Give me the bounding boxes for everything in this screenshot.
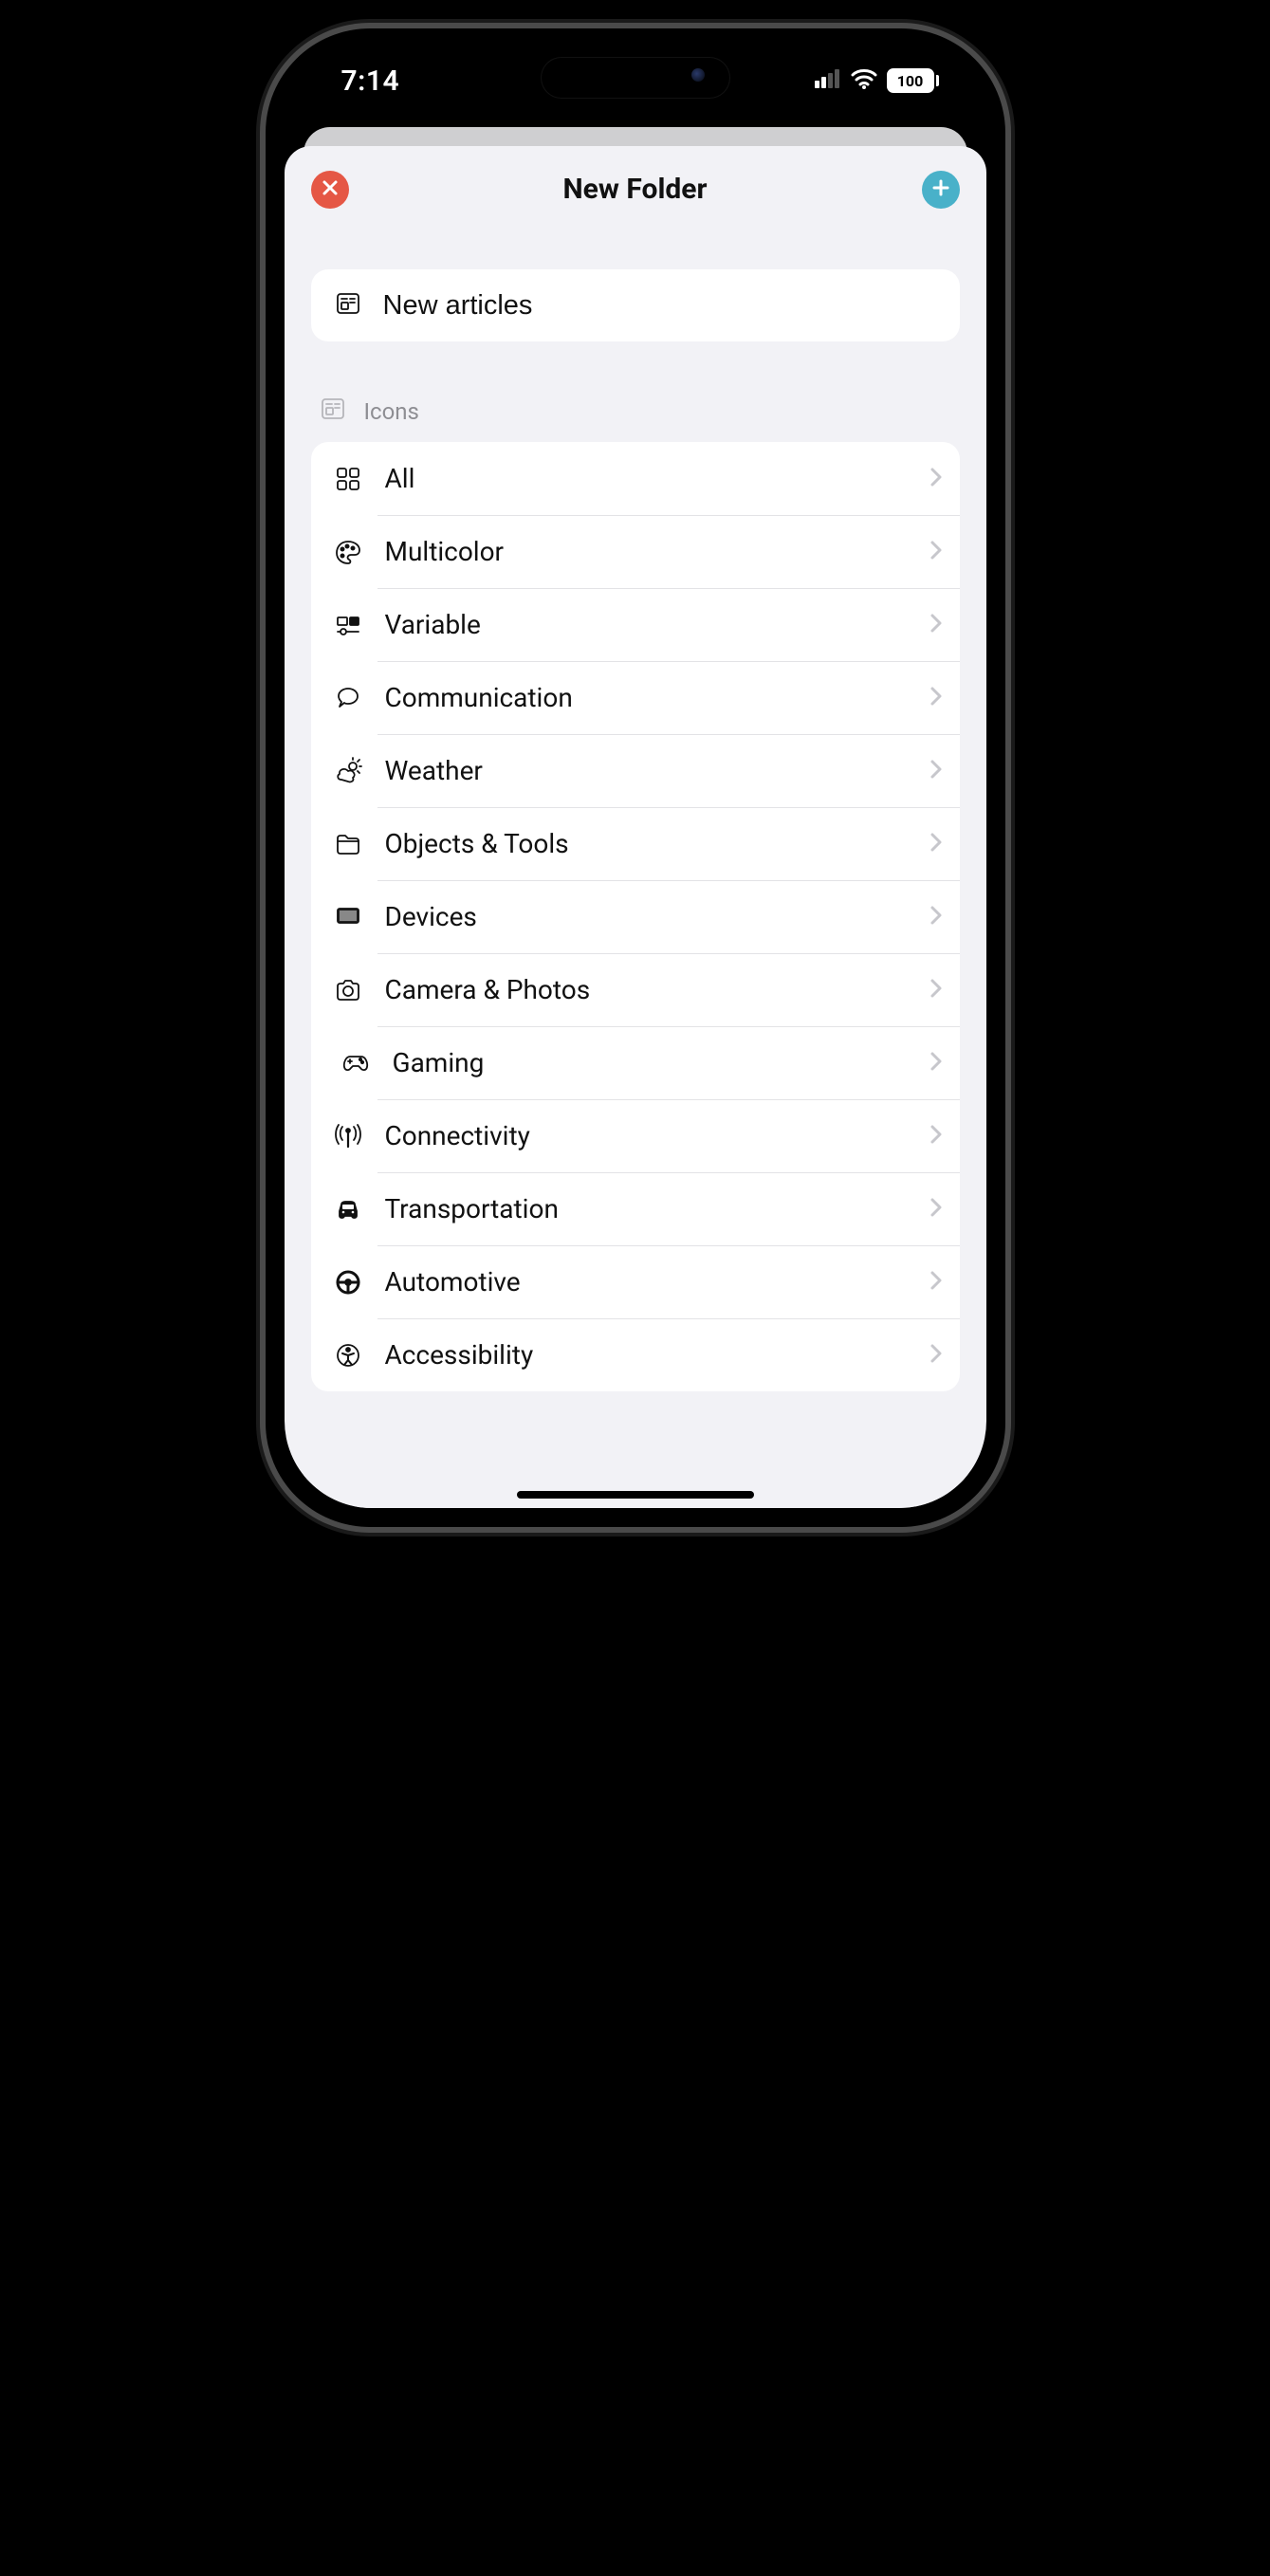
category-label: Variable — [385, 609, 909, 640]
category-label: Camera & Photos — [385, 974, 909, 1005]
chevron-right-icon — [929, 759, 943, 783]
steering-icon — [332, 1268, 364, 1297]
chevron-right-icon — [929, 1197, 943, 1222]
battery-indicator: 100 — [887, 68, 939, 93]
battery-level: 100 — [887, 68, 934, 93]
category-label: Objects & Tools — [385, 828, 909, 859]
category-label: Automotive — [385, 1266, 909, 1297]
close-button[interactable] — [311, 171, 349, 209]
phone-frame: 7:14 100 — [266, 28, 1005, 1527]
category-row-automotive[interactable]: Automotive — [311, 1245, 960, 1318]
weather-icon — [332, 757, 364, 785]
category-label: Multicolor — [385, 536, 909, 567]
category-row-weather[interactable]: Weather — [311, 734, 960, 807]
category-row-devices[interactable]: Devices — [311, 880, 960, 953]
add-button[interactable] — [922, 171, 960, 209]
newspaper-icon — [334, 289, 362, 322]
newspaper-icon — [319, 395, 347, 429]
wifi-icon — [851, 68, 877, 93]
icons-section-header: Icons — [311, 341, 960, 442]
category-label: Weather — [385, 755, 909, 786]
plus-icon — [931, 178, 950, 201]
category-row-multicolor[interactable]: Multicolor — [311, 515, 960, 588]
folder-icon — [332, 830, 364, 858]
folder-name-input[interactable] — [383, 290, 937, 322]
category-label: Transportation — [385, 1193, 909, 1224]
chevron-right-icon — [929, 905, 943, 929]
chevron-right-icon — [929, 540, 943, 564]
category-row-transportation[interactable]: Transportation — [311, 1172, 960, 1245]
folder-name-row[interactable] — [311, 269, 960, 341]
palette-icon — [332, 538, 364, 566]
category-label: Accessibility — [385, 1339, 909, 1371]
chevron-right-icon — [929, 467, 943, 491]
category-row-all[interactable]: All — [311, 442, 960, 515]
category-row-variable[interactable]: Variable — [311, 588, 960, 661]
antenna-icon — [332, 1122, 364, 1150]
category-row-connectivity[interactable]: Connectivity — [311, 1099, 960, 1172]
category-row-gaming[interactable]: Gaming — [311, 1026, 960, 1099]
category-row-camera[interactable]: Camera & Photos — [311, 953, 960, 1026]
camera-icon — [332, 976, 364, 1004]
car-icon — [332, 1195, 364, 1224]
cellular-icon — [815, 69, 841, 92]
sheet-body[interactable]: Icons All Multicolor Variable Communicat… — [285, 231, 986, 1508]
sheet-header: New Folder — [285, 146, 986, 231]
chevron-right-icon — [929, 1270, 943, 1295]
chevron-right-icon — [929, 832, 943, 856]
category-label: Gaming — [393, 1047, 909, 1078]
home-indicator[interactable] — [517, 1491, 754, 1499]
category-label: All — [385, 463, 909, 494]
category-label: Communication — [385, 682, 909, 713]
status-bar: 7:14 100 — [285, 47, 986, 114]
category-row-communication[interactable]: Communication — [311, 661, 960, 734]
sheet-title: New Folder — [563, 173, 708, 206]
sheet-backdrop: New Folder — [285, 114, 986, 1508]
chevron-right-icon — [929, 1124, 943, 1149]
chevron-right-icon — [929, 1051, 943, 1076]
category-row-objects[interactable]: Objects & Tools — [311, 807, 960, 880]
chevron-right-icon — [929, 978, 943, 1003]
screen: 7:14 100 — [285, 47, 986, 1508]
accessibility-icon — [332, 1341, 364, 1370]
camera-dot — [691, 68, 705, 82]
section-label: Icons — [364, 398, 419, 425]
category-label: Devices — [385, 901, 909, 932]
chevron-right-icon — [929, 613, 943, 637]
close-icon — [321, 178, 340, 201]
speech-icon — [332, 684, 364, 712]
grid-icon — [332, 465, 364, 493]
category-row-accessibility[interactable]: Accessibility — [311, 1318, 960, 1391]
display-icon — [332, 903, 364, 931]
gamepad-icon — [340, 1049, 372, 1077]
icon-category-list: All Multicolor Variable Communication We… — [311, 442, 960, 1391]
new-folder-sheet: New Folder — [285, 146, 986, 1508]
status-time: 7:14 — [341, 64, 400, 98]
chevron-right-icon — [929, 686, 943, 710]
category-label: Connectivity — [385, 1120, 909, 1151]
slider-icon — [332, 611, 364, 639]
chevron-right-icon — [929, 1343, 943, 1368]
